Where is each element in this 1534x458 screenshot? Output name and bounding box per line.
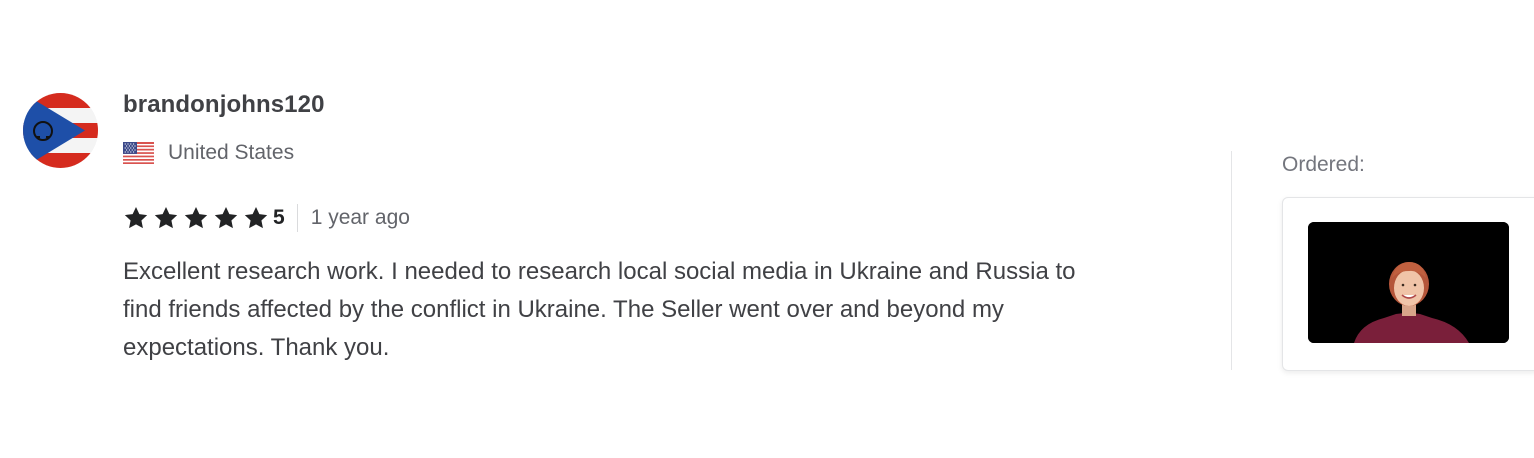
star-rating bbox=[123, 205, 273, 231]
star-icon bbox=[243, 205, 269, 231]
user-avatar[interactable] bbox=[23, 93, 98, 168]
star-icon bbox=[153, 205, 179, 231]
star-icon bbox=[123, 205, 149, 231]
user-country: United States bbox=[123, 140, 294, 166]
gig-thumbnail[interactable] bbox=[1308, 222, 1509, 343]
ordered-gig-card[interactable] bbox=[1282, 197, 1534, 371]
star-icon bbox=[183, 205, 209, 231]
review-item: brandonjohns120 United States 5 1 year a… bbox=[0, 0, 1534, 458]
us-flag-icon bbox=[123, 142, 154, 164]
star-icon bbox=[213, 205, 239, 231]
rating-row: 5 1 year ago bbox=[123, 203, 410, 233]
review-text: Excellent research work. I needed to res… bbox=[123, 258, 1076, 361]
ordered-label: Ordered: bbox=[1282, 153, 1365, 176]
puerto-rico-flag-avatar-icon bbox=[23, 93, 98, 168]
country-name: United States bbox=[168, 141, 295, 164]
gig-thumbnail-image bbox=[1308, 222, 1509, 343]
username[interactable]: brandonjohns120 bbox=[123, 91, 325, 119]
review-time: 1 year ago bbox=[310, 206, 410, 229]
rating-divider bbox=[296, 204, 298, 232]
section-divider bbox=[1231, 151, 1232, 370]
rating-value: 5 bbox=[273, 206, 285, 229]
